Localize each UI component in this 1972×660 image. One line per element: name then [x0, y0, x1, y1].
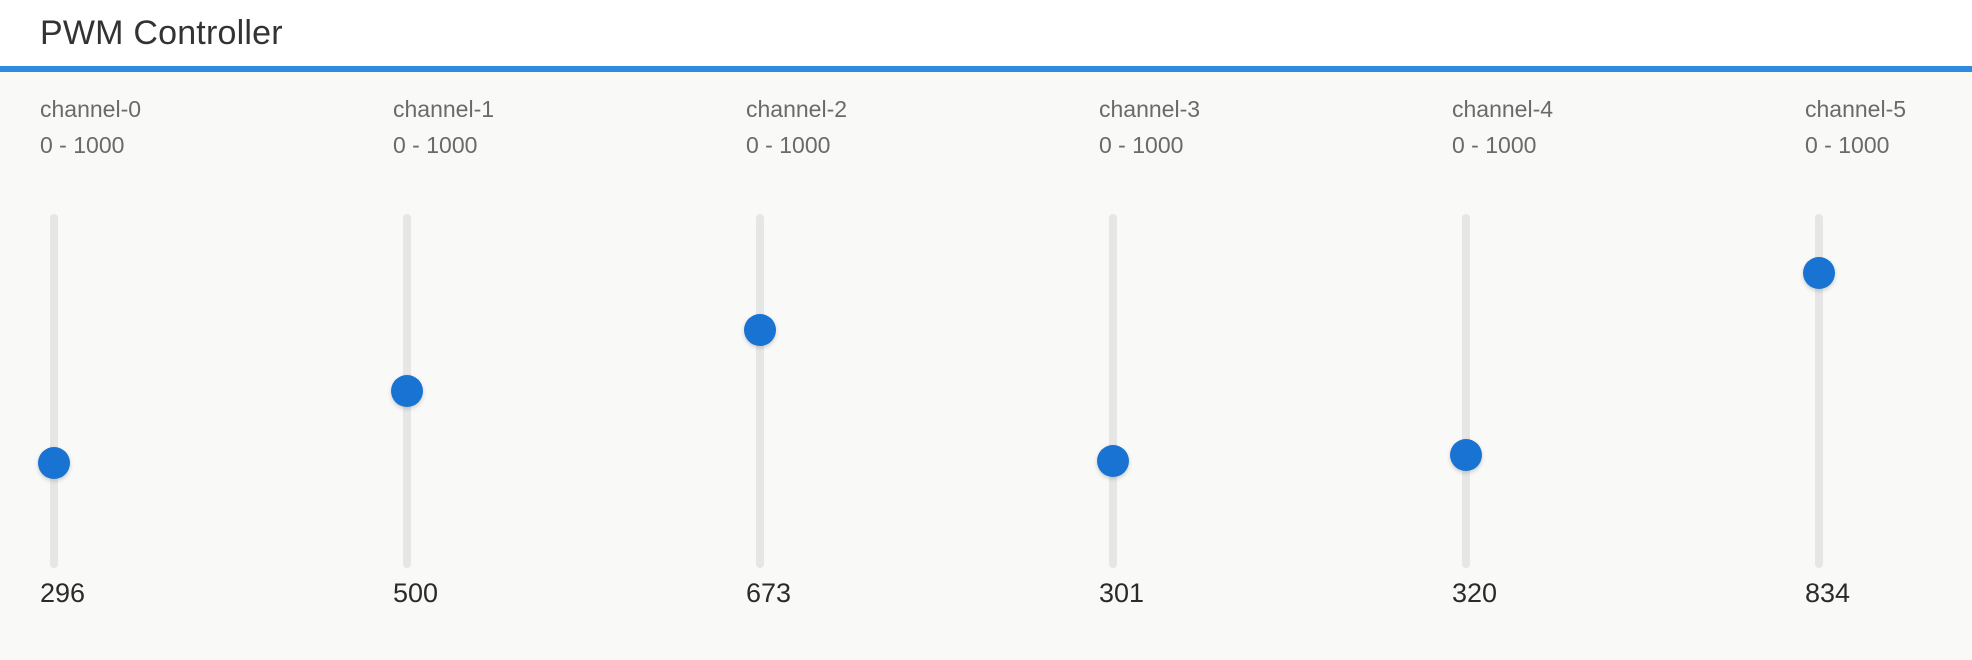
- slider-thumb[interactable]: [1097, 445, 1129, 478]
- channel-name: channel-3: [1099, 96, 1201, 122]
- slider-track[interactable]: [1462, 214, 1470, 568]
- slider-track[interactable]: [50, 214, 58, 568]
- channel-value: 320: [1452, 578, 1498, 608]
- vertical-slider[interactable]: [391, 214, 423, 568]
- channel-value: 296: [40, 578, 86, 608]
- app-header: PWM Controller: [0, 0, 1972, 72]
- channel-panel: channel-2 0 - 1000 673: [744, 72, 1006, 660]
- channel-panel: channel-0 0 - 1000 296: [38, 72, 300, 660]
- slider-thumb[interactable]: [391, 375, 423, 407]
- channel-range: 0 - 1000: [746, 132, 831, 158]
- channel-value: 500: [393, 578, 439, 608]
- vertical-slider[interactable]: [744, 214, 776, 568]
- channel-panel: channel-4 0 - 1000 320: [1450, 72, 1712, 660]
- slider-thumb[interactable]: [38, 447, 70, 480]
- channel-range: 0 - 1000: [1099, 132, 1184, 158]
- channel-range: 0 - 1000: [1452, 132, 1537, 158]
- channel-value: 673: [746, 578, 792, 608]
- channel-value: 301: [1099, 578, 1145, 608]
- channel-name: channel-5: [1805, 96, 1907, 122]
- slider-track[interactable]: [756, 214, 764, 568]
- channel-list: channel-0 0 - 1000 296 channel-1 0 - 100…: [0, 72, 1972, 660]
- channel-panel: channel-5 0 - 1000 834: [1803, 72, 1972, 660]
- channel-range: 0 - 1000: [1805, 132, 1890, 158]
- slider-thumb[interactable]: [744, 313, 776, 346]
- vertical-slider[interactable]: [1097, 214, 1129, 568]
- channel-name: channel-2: [746, 96, 848, 122]
- slider-thumb[interactable]: [1450, 438, 1482, 471]
- channel-range: 0 - 1000: [40, 132, 125, 158]
- channel-name: channel-0: [40, 96, 142, 122]
- channel-range: 0 - 1000: [393, 132, 478, 158]
- channel-name: channel-1: [393, 96, 495, 122]
- slider-thumb[interactable]: [1803, 256, 1835, 289]
- vertical-slider[interactable]: [1803, 214, 1835, 568]
- channel-value: 834: [1805, 578, 1851, 608]
- slider-track[interactable]: [1109, 214, 1117, 568]
- channel-panel: channel-1 0 - 1000 500: [391, 72, 653, 660]
- channel-name: channel-4: [1452, 96, 1554, 122]
- channel-panel: channel-3 0 - 1000 301: [1097, 72, 1359, 660]
- vertical-slider[interactable]: [38, 214, 70, 568]
- page-title: PWM Controller: [40, 14, 283, 52]
- vertical-slider[interactable]: [1450, 214, 1482, 568]
